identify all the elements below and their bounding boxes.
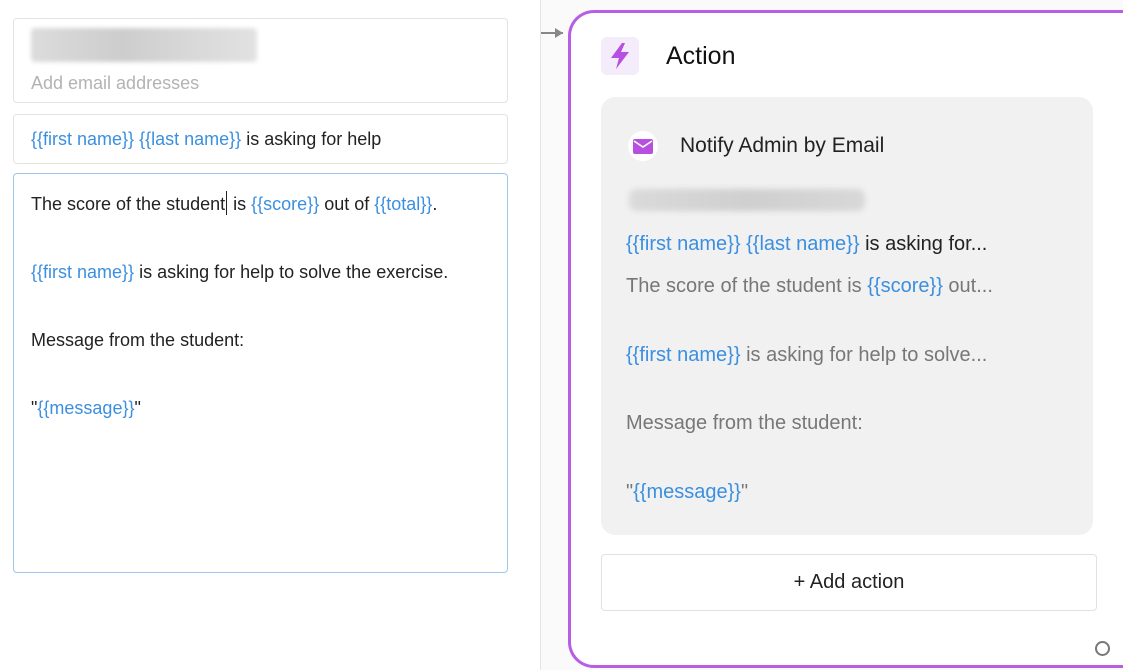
variable-tag: {{last name}}	[139, 129, 242, 149]
variable-tag: {{score}}	[251, 194, 320, 214]
connection-handle[interactable]	[1095, 641, 1110, 656]
action-node[interactable]: Action Notify Admin by Email {{first nam…	[568, 10, 1123, 668]
card-body-preview-line: "{{message}}"	[626, 481, 749, 503]
email-editor-panel: {{first name}} {{last name}} is asking f…	[0, 0, 540, 670]
action-header: Action	[601, 35, 735, 77]
add-action-button[interactable]: + Add action	[601, 554, 1097, 611]
card-body-preview-line: Message from the student:	[626, 412, 863, 434]
variable-tag: {{total}}	[374, 194, 433, 214]
subject-text: is asking for help	[241, 129, 382, 149]
card-body-preview-line: The score of the student is {{score}} ou…	[626, 275, 993, 297]
email-chip-redacted[interactable]	[31, 28, 257, 62]
action-title: Action	[666, 41, 736, 70]
lightning-bolt-icon	[601, 37, 639, 75]
notify-admin-email-card[interactable]: Notify Admin by Email {{first name}} {{l…	[601, 97, 1093, 535]
recipients-field[interactable]	[13, 18, 508, 103]
email-recipient-redacted	[629, 189, 865, 211]
variable-tag: {{first name}}	[31, 129, 135, 149]
variable-tag: {{first name}}	[31, 262, 135, 282]
body-paragraph: "{{message}}"	[31, 398, 141, 418]
variable-tag: {{message}}	[37, 398, 135, 418]
body-paragraph: The score of the student is {{score}} ou…	[31, 187, 490, 221]
text-caret	[226, 191, 228, 215]
card-body-preview-line: {{first name}} is asking for help to sol…	[626, 344, 988, 366]
message-body-editor[interactable]: The score of the student is {{score}} ou…	[13, 173, 508, 573]
card-header: Notify Admin by Email	[628, 131, 884, 161]
subject-input[interactable]: {{first name}} {{last name}} is asking f…	[13, 114, 508, 164]
card-title: Notify Admin by Email	[680, 134, 885, 157]
email-address-input[interactable]	[31, 73, 471, 94]
body-paragraph: {{first name}} is asking for help to sol…	[31, 262, 449, 282]
card-subject-preview: {{first name}} {{last name}} is asking f…	[626, 233, 988, 255]
connector-arrow-icon	[541, 28, 563, 38]
envelope-icon	[628, 131, 658, 161]
body-paragraph: Message from the student:	[31, 330, 245, 350]
